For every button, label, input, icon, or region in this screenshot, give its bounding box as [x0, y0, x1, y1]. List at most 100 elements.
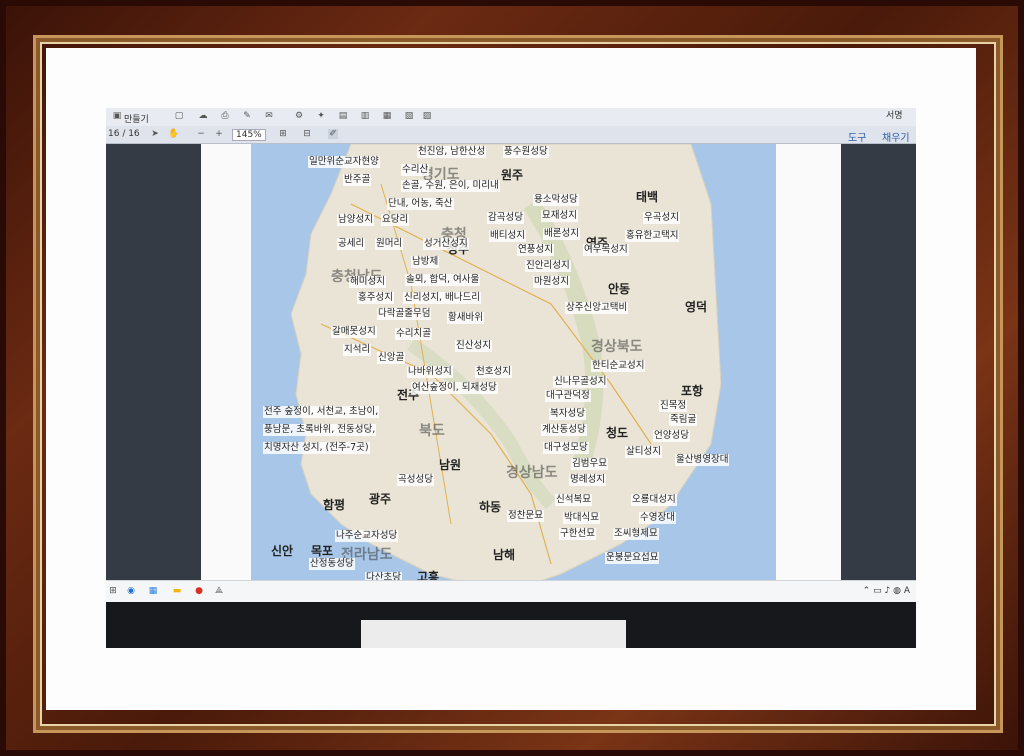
shrine-label: 갈매못성지 — [331, 326, 377, 338]
shrine-label: 공세리 — [337, 238, 366, 250]
monitor-stand-area — [361, 620, 626, 648]
city-label: 안동 — [608, 282, 631, 296]
shrine-label: 나주순교자성당 — [335, 530, 399, 542]
shrine-label: 마원성지 — [533, 276, 570, 288]
shrine-label: 진산성지 — [455, 340, 492, 352]
pdf-icon[interactable]: ▨ — [422, 111, 432, 121]
shrine-label: 여산숲정이, 되재성당 — [411, 382, 498, 394]
acrobat-icon[interactable]: ⟁ — [214, 586, 224, 596]
shrine-label: 남방제 — [411, 256, 440, 268]
shrine-label: 구한선묘 — [559, 528, 596, 540]
shrine-label: 황새바위 — [447, 312, 484, 324]
shrine-label: 지석리 — [343, 344, 372, 356]
folder-icon[interactable]: ▬ — [172, 586, 182, 596]
globe-icon[interactable]: ◍ — [893, 586, 901, 596]
shrine-label: 신앙골 — [377, 352, 406, 364]
city-label: 광주 — [369, 492, 392, 506]
shrine-label: 운봉문요섭묘 — [605, 552, 660, 564]
city-label: 남해 — [493, 548, 516, 562]
input-language[interactable]: A — [904, 586, 910, 596]
shrine-label: 배론성지 — [543, 228, 580, 240]
shrine-label: 해미성지 — [349, 276, 386, 288]
city-label: 영덕 — [685, 300, 708, 314]
zoom-out-icon[interactable]: − — [196, 129, 206, 139]
zoom-select[interactable]: 145% — [232, 129, 266, 141]
shrine-label: 대구관덕정 — [545, 390, 591, 402]
shrine-label: 정찬문묘 — [507, 510, 544, 522]
file-icon[interactable]: ▢ — [174, 111, 184, 121]
page-indicator[interactable]: 16 / 16 — [108, 129, 140, 139]
app-toolbar-navigation: 16 / 16 ➤ ✋ − + 145% ⊞ ⊟ ✐ 도구 채우기 — [106, 126, 916, 144]
shrine-label: 홍유한고택지 — [625, 230, 680, 242]
chrome-icon[interactable]: ● — [194, 586, 204, 596]
shrine-label: 언양성당 — [653, 430, 690, 442]
shrine-label: 박대식묘 — [563, 512, 600, 524]
settings-icon[interactable]: ⚙ — [294, 111, 304, 121]
korea-map: 경기도 충청 충청남도 전라남도 경상북도 경상남도 북도 원주 태백 영주 안… — [251, 144, 776, 584]
right-panel — [841, 144, 916, 580]
shrine-label: 배티성지 — [489, 230, 526, 242]
print-icon[interactable]: ⎙ — [220, 111, 230, 121]
cloud-icon[interactable]: ☁ — [198, 111, 208, 121]
monitor-photo: ▣ 만들기 ▢ ☁ ⎙ ✎ ✉ ⚙ ✦ ▤ ▥ ▦ ▧ ▨ 서명 16 / 16… — [106, 108, 916, 648]
city-label: 태백 — [636, 190, 659, 204]
region-label: 북도 — [419, 423, 445, 439]
city-label: 목포 — [311, 544, 334, 558]
shrine-label: 산정동성당 — [309, 558, 355, 570]
hand-icon[interactable]: ✋ — [168, 129, 179, 139]
shrine-label: 성거산성지 — [423, 238, 469, 250]
windows-taskbar: ⊞ ◉ ▦ ▬ ● ⟁ ⌃ ▭ ♪ ◍ A — [106, 580, 916, 603]
stamp-icon[interactable]: ▥ — [360, 111, 370, 121]
note-icon[interactable]: ▤ — [338, 111, 348, 121]
comment-icon[interactable]: ✦ — [316, 111, 326, 121]
shrine-label: 수리산 — [401, 164, 430, 176]
shrine-label: 우곡성지 — [643, 212, 680, 224]
city-label: 남원 — [439, 458, 462, 472]
city-label: 포항 — [681, 384, 704, 398]
shrine-label: 수영장대 — [639, 512, 676, 524]
shrine-label: 신리성지, 배나드리 — [403, 292, 481, 304]
highlight-icon[interactable]: ✐ — [328, 129, 338, 139]
store-icon[interactable]: ▦ — [148, 586, 158, 596]
city-label: 청도 — [606, 426, 629, 440]
shrine-label: 치명자산 성지, (전주-7곳) — [263, 442, 370, 454]
shrine-label: 진목정 — [659, 400, 688, 412]
shrine-label: 요당리 — [381, 214, 410, 226]
mail-icon[interactable]: ✉ — [264, 111, 274, 121]
scroll-mode-icon[interactable]: ⊟ — [302, 129, 312, 139]
system-tray: ⌃ ▭ ♪ ◍ A — [863, 586, 910, 596]
share-icon[interactable]: ▦ — [382, 111, 392, 121]
edge-icon[interactable]: ◉ — [126, 586, 136, 596]
shrine-label: 조씨형제묘 — [613, 528, 659, 540]
chevron-up-icon[interactable]: ⌃ — [863, 586, 871, 596]
start-icon[interactable]: ⊞ — [108, 586, 118, 596]
tools-tab[interactable]: 도구 — [848, 129, 866, 144]
shrine-label: 울산병영장대 — [675, 454, 730, 466]
shrine-label: 죽림굴 — [669, 414, 698, 426]
shrine-label: 천진암, 남한산성 — [417, 146, 487, 158]
shrine-label: 명례성지 — [569, 474, 606, 486]
volume-icon[interactable]: ♪ — [884, 586, 890, 596]
shrine-label: 묘재성지 — [541, 210, 578, 222]
shrine-label: 상주신앙고택비 — [565, 302, 629, 314]
shrine-label: 용소막성당 — [533, 194, 579, 206]
shrine-label: 살티성지 — [625, 446, 662, 458]
shrine-label: 천호성지 — [475, 366, 512, 378]
sign-label[interactable]: 서명 — [886, 108, 903, 121]
cursor-icon[interactable]: ➤ — [150, 129, 160, 139]
app-toolbar-top: ▣ 만들기 ▢ ☁ ⎙ ✎ ✉ ⚙ ✦ ▤ ▥ ▦ ▧ ▨ 서명 — [106, 108, 916, 127]
zoom-in-icon[interactable]: + — [214, 129, 224, 139]
fill-sign-tab[interactable]: 채우기 — [882, 129, 910, 144]
shrine-label: 다락골줄무덤 — [377, 308, 432, 320]
network-icon[interactable]: ▭ — [873, 586, 882, 596]
region-label: 경상북도 — [591, 339, 643, 355]
create-icon[interactable]: ▣ — [112, 111, 122, 121]
shrine-label: 감곡성당 — [487, 212, 524, 224]
edit-icon[interactable]: ✎ — [242, 111, 252, 121]
shrine-label: 단내, 어농, 죽산 — [387, 198, 454, 210]
shrine-label: 홍주성지 — [357, 292, 394, 304]
fit-page-icon[interactable]: ⊞ — [278, 129, 288, 139]
shrine-label: 전주 숲정이, 서천교, 초남이, — [263, 406, 380, 418]
create-menu[interactable]: 만들기 — [124, 112, 149, 125]
export-icon[interactable]: ▧ — [404, 111, 414, 121]
